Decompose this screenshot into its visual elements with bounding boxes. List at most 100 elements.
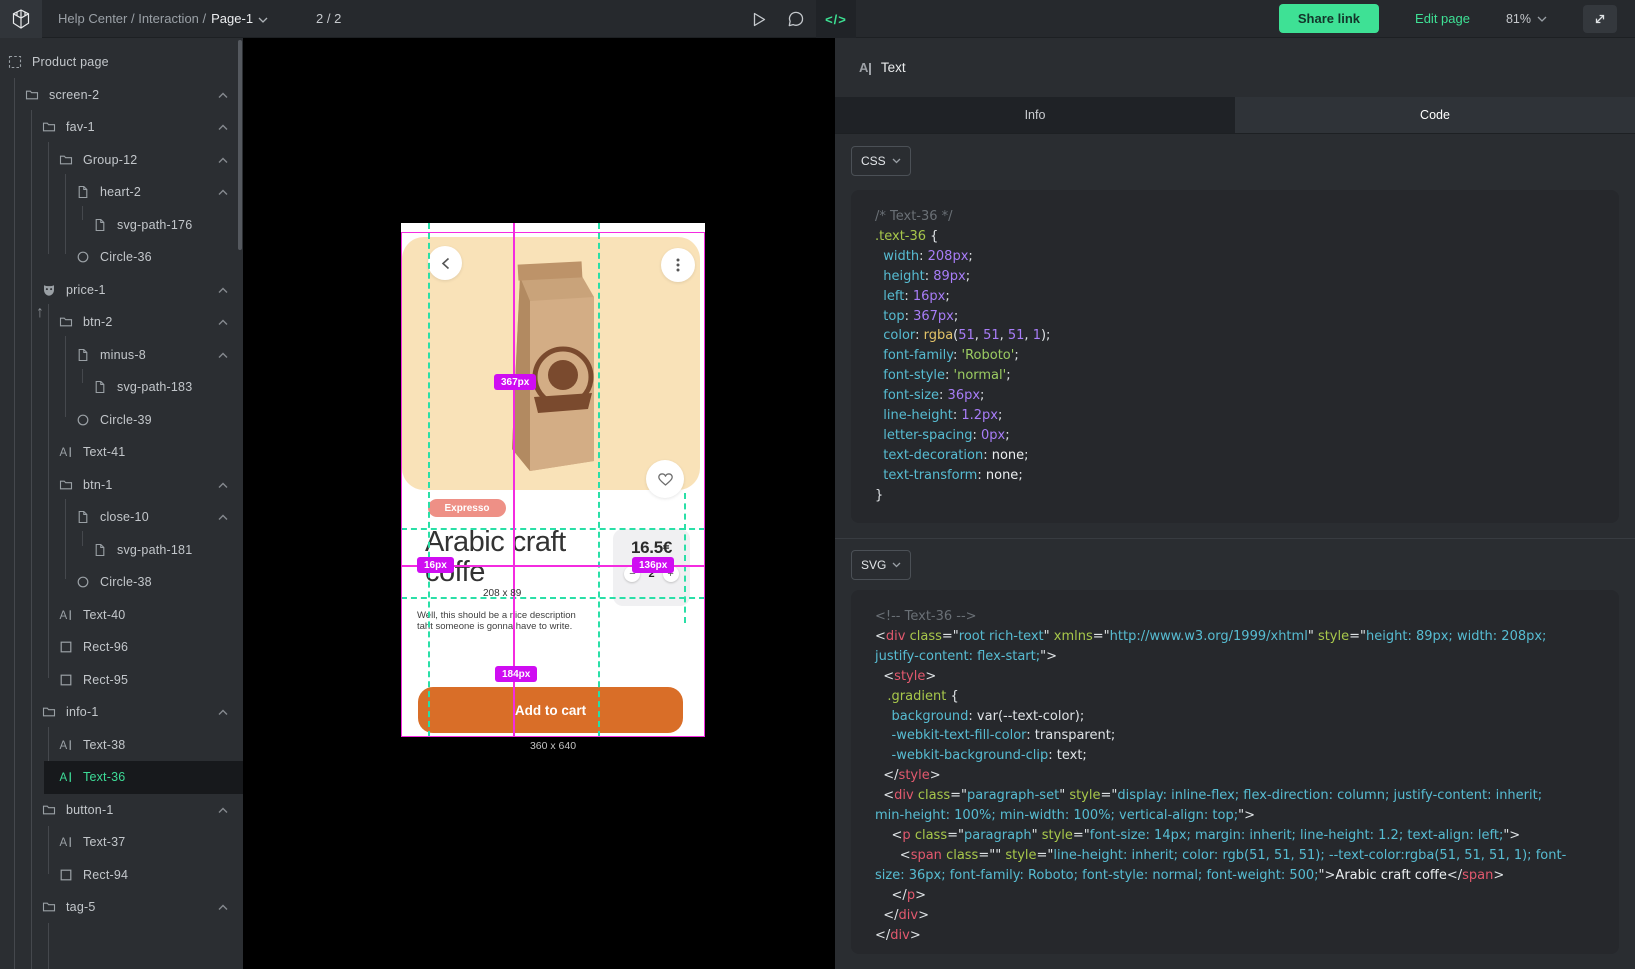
play-icon (753, 12, 766, 27)
folder-icon (42, 705, 56, 719)
frame-icon (8, 55, 22, 69)
layer-row-product page[interactable]: Product page (0, 46, 243, 79)
layer-row-price-1[interactable]: price-1 (0, 274, 243, 307)
chevron-up-icon[interactable] (217, 513, 229, 521)
zoom-level-value: 81% (1506, 12, 1531, 26)
layer-label: screen-2 (49, 88, 99, 102)
layer-row-tag-5[interactable]: tag-5 (0, 891, 243, 924)
chevron-up-icon[interactable] (217, 123, 229, 131)
text-icon: A (59, 835, 73, 849)
layer-label: Circle-38 (100, 575, 152, 589)
layer-label: svg-path-181 (117, 543, 192, 557)
measure-line-vertical (513, 223, 515, 737)
breadcrumb-current: Page-1 (211, 11, 253, 26)
chevron-up-icon[interactable] (217, 286, 229, 294)
tab-info[interactable]: Info (835, 97, 1235, 133)
chevron-down-icon (1537, 16, 1547, 22)
folder-icon (25, 88, 39, 102)
layer-row-text-38[interactable]: AText-38 (0, 729, 243, 762)
circle-icon (76, 250, 90, 264)
fullscreen-expand-icon (1593, 12, 1607, 26)
chevron-up-icon[interactable] (217, 351, 229, 359)
comment-button[interactable] (781, 0, 811, 38)
layer-row-svg-path-181[interactable]: svg-path-181 (0, 534, 243, 567)
share-link-button[interactable]: Share link (1279, 4, 1379, 33)
breadcrumb[interactable]: Help Center / Interaction / Page-1 (58, 11, 268, 26)
layer-row-svg-path-176[interactable]: svg-path-176 (0, 209, 243, 242)
layer-row-circle-38[interactable]: Circle-38 (0, 566, 243, 599)
layer-row-heart-2[interactable]: heart-2 (0, 176, 243, 209)
code-toggle-button[interactable]: </> (816, 0, 856, 38)
chevron-up-icon[interactable] (217, 91, 229, 99)
layer-label: Circle-36 (100, 250, 152, 264)
panel-header: A Text (835, 38, 1635, 97)
chevron-up-icon[interactable] (217, 806, 229, 814)
layer-row-button-1[interactable]: button-1 (0, 794, 243, 827)
layer-label: fav-1 (66, 120, 95, 134)
fullscreen-button[interactable] (1583, 5, 1617, 33)
tab-code[interactable]: Code (1235, 97, 1635, 133)
layer-label: Rect-96 (83, 640, 128, 654)
folder-icon (42, 120, 56, 134)
layer-row-group-12[interactable]: Group-12 (0, 144, 243, 177)
text-icon: A (59, 738, 73, 752)
layer-row-circle-39[interactable]: Circle-39 (0, 404, 243, 437)
play-button[interactable] (744, 0, 774, 38)
folder-icon (59, 315, 73, 329)
panel-tabs: Info Code (835, 97, 1635, 134)
layer-label: btn-2 (83, 315, 113, 329)
breadcrumb-path: Help Center / Interaction / (58, 11, 206, 26)
chevron-up-icon[interactable] (217, 188, 229, 196)
sidebar-scrollbar-thumb[interactable] (238, 40, 242, 250)
layer-label: Product page (32, 55, 109, 69)
app-logo[interactable] (0, 0, 42, 38)
layers-sidebar: ↑ Product pagescreen-2fav-1Group-12heart… (0, 38, 243, 969)
circle-icon (76, 575, 90, 589)
layer-row-close-10[interactable]: close-10 (0, 501, 243, 534)
layer-row-minus-8[interactable]: minus-8 (0, 339, 243, 372)
layer-row-info-1[interactable]: info-1 (0, 696, 243, 729)
chevron-up-icon[interactable] (217, 481, 229, 489)
chevron-up-icon[interactable] (217, 903, 229, 911)
layer-row-btn-1[interactable]: btn-1 (0, 469, 243, 502)
layer-row-btn-2[interactable]: btn-2 (0, 306, 243, 339)
measurement-badge-184: 184px (495, 666, 537, 682)
layer-row-fav-1[interactable]: fav-1 (0, 111, 243, 144)
svg-language-select[interactable]: SVG (851, 550, 911, 580)
folder-icon (59, 153, 73, 167)
layer-row-text-36[interactable]: AText-36 (0, 761, 243, 794)
layer-row-rect-96[interactable]: Rect-96 (0, 631, 243, 664)
layer-row-screen-2[interactable]: screen-2 (0, 79, 243, 112)
layer-row-circle-36[interactable]: Circle-36 (0, 241, 243, 274)
rect-icon (59, 868, 73, 882)
text-icon: A (59, 445, 73, 459)
file-icon (76, 510, 90, 524)
layer-label: svg-path-183 (117, 380, 192, 394)
circle-icon (76, 413, 90, 427)
zoom-level-select[interactable]: 81% (1506, 12, 1547, 26)
layer-row-rect-95[interactable]: Rect-95 (0, 664, 243, 697)
layer-row-rect-94[interactable]: Rect-94 (0, 859, 243, 892)
chevron-up-icon[interactable] (217, 318, 229, 326)
design-canvas[interactable]: Expresso Arabic craft coffe 16.5€ − 2 + … (243, 38, 835, 969)
svg-code-block: <!-- Text-36 --><div class="root rich-te… (851, 590, 1619, 954)
layer-row-text-40[interactable]: AText-40 (0, 599, 243, 632)
css-language-select[interactable]: CSS (851, 146, 911, 176)
layer-row-svg-path-183[interactable]: svg-path-183 (0, 371, 243, 404)
layer-label: Text-41 (83, 445, 125, 459)
chevron-up-icon[interactable] (217, 156, 229, 164)
panel-divider (835, 538, 1635, 539)
chevron-down-icon[interactable] (258, 17, 268, 23)
layer-row-text-37[interactable]: AText-37 (0, 826, 243, 859)
edit-page-link[interactable]: Edit page (1415, 11, 1470, 26)
measurement-badge-136: 136px (632, 557, 674, 573)
layer-label: Text-40 (83, 608, 125, 622)
mask-icon (42, 283, 56, 297)
topbar: Help Center / Interaction / Page-1 2 / 2… (0, 0, 1635, 38)
layer-row-text-41[interactable]: A Text-41 (0, 436, 243, 469)
element-size-label: 208 x 89 (483, 588, 521, 599)
panel-title: Text (881, 60, 906, 75)
chevron-up-icon[interactable] (217, 708, 229, 716)
rect-icon (59, 640, 73, 654)
screen-size-label: 360 x 640 (401, 740, 705, 752)
